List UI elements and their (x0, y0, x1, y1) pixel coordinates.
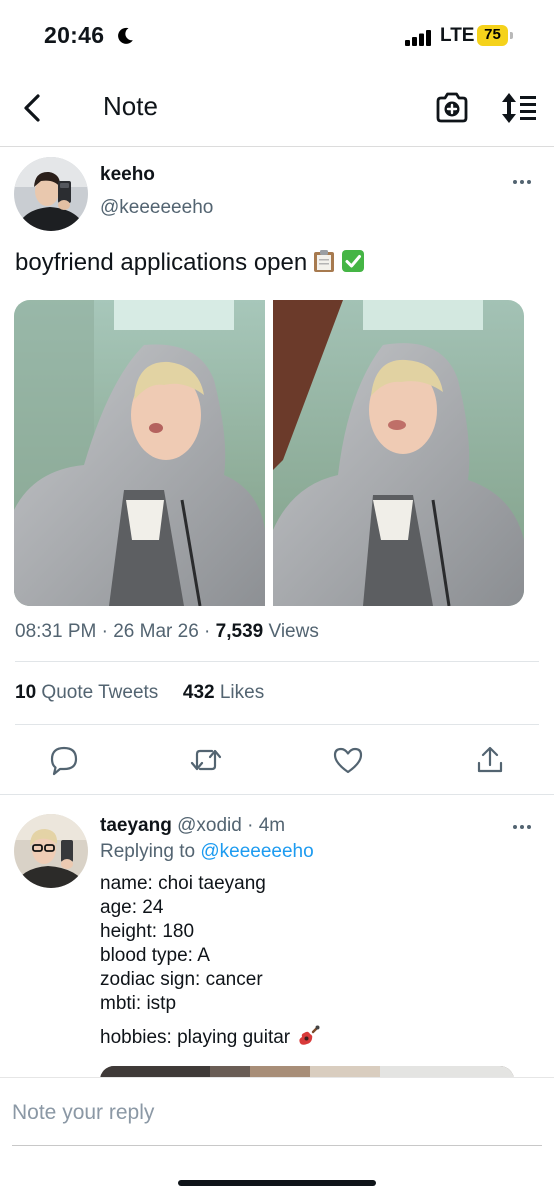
tweet-text-content: boyfriend applications open (15, 249, 308, 276)
reply-line: blood type: A (100, 945, 210, 966)
reply-line: mbti: istp (100, 993, 177, 1014)
reply-line: height: 180 (100, 921, 195, 942)
quote-count: 10 (15, 682, 37, 703)
sort-icon[interactable] (500, 90, 538, 126)
divider (15, 661, 539, 662)
quote-label: Quote Tweets (41, 682, 159, 703)
views-count: 7,539 (215, 621, 264, 642)
author-name[interactable]: keeho (100, 164, 155, 186)
likes-label: Likes (219, 682, 265, 703)
reply-author-name[interactable]: taeyang (100, 815, 172, 836)
home-indicator[interactable] (178, 1180, 376, 1186)
views-label: Views (268, 621, 319, 642)
share-icon[interactable] (474, 744, 506, 776)
battery-icon: 75 (477, 25, 513, 46)
reply-more-icon[interactable] (513, 821, 537, 833)
status-time: 20:46 (44, 22, 105, 48)
reply-avatar[interactable] (14, 814, 88, 888)
reply-separator: · (247, 815, 254, 836)
network-type: LTE (440, 25, 475, 46)
reply-hobbies: hobbies: playing guitar (100, 1025, 320, 1049)
status-bar: 20:46 LTE 75 (0, 0, 554, 70)
tweet-date: 26 Mar 26 (113, 621, 199, 642)
replying-prefix: Replying to (100, 841, 196, 862)
replying-to-handle[interactable]: @keeeeeeho (200, 841, 313, 862)
author-handle[interactable]: @keeeeeeho (100, 197, 213, 219)
reply-line: age: 24 (100, 897, 164, 918)
likes-link[interactable]: 432 Likes (183, 682, 264, 703)
reply-icon[interactable] (48, 744, 80, 776)
tweet-stats: 10 Quote Tweets 432 Likes (15, 682, 264, 704)
input-underline (12, 1145, 542, 1146)
reply-line: name: choi taeyang (100, 873, 266, 894)
clipboard-emoji (313, 249, 335, 273)
battery-level: 75 (484, 26, 501, 43)
reply-author-handle[interactable]: @xodid (177, 815, 242, 836)
like-icon[interactable] (332, 744, 364, 776)
reply-time: 4m (258, 815, 286, 836)
moon-icon (118, 27, 133, 44)
tweet-photo-1[interactable] (14, 300, 265, 606)
divider (0, 794, 554, 795)
camera-plus-icon[interactable] (434, 90, 470, 126)
likes-count: 432 (182, 682, 215, 703)
retweet-icon[interactable] (190, 744, 222, 776)
reply-hobbies-text: hobbies: playing guitar (100, 1027, 291, 1048)
tweet-time: 08:31 PM (15, 621, 97, 642)
tweet-more-icon[interactable] (513, 176, 537, 188)
page-title: Note (103, 91, 158, 121)
reply-line: zodiac sign: cancer (100, 969, 263, 990)
check-mark-emoji (341, 249, 365, 273)
reply-input[interactable] (12, 1096, 528, 1130)
tweet-meta: 08:31 PM · 26 Mar 26 · 7,539 Views (15, 621, 319, 642)
guitar-emoji (299, 1025, 320, 1045)
quote-tweets-link[interactable]: 10 Quote Tweets (15, 682, 158, 703)
tweet-photo-2[interactable] (273, 300, 524, 606)
divider (15, 724, 539, 725)
back-chevron-icon[interactable] (18, 90, 48, 126)
signal-icon (405, 30, 431, 46)
author-avatar[interactable] (14, 157, 88, 231)
replying-to: Replying to @keeeeeeho (100, 841, 314, 863)
tweet-text: boyfriend applications open (15, 249, 365, 277)
reply-header: taeyang @xodid · 4m (100, 815, 285, 837)
navigation-bar: Note (0, 70, 554, 147)
